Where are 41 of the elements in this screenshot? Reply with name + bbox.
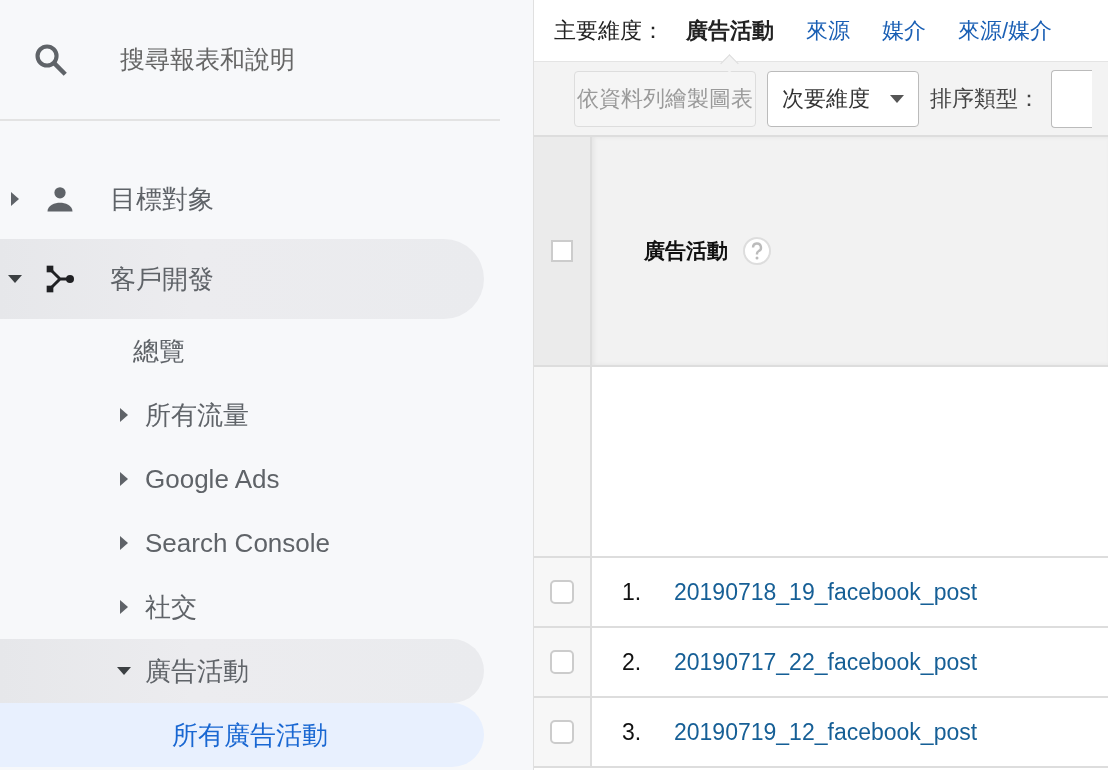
row-number: 3.	[622, 718, 643, 746]
nav-item[interactable]: Google Ads	[0, 447, 484, 511]
caret-down-icon	[117, 667, 131, 675]
caret-right-icon	[120, 408, 128, 422]
dimension-option[interactable]: 來源/媒介	[958, 15, 1053, 46]
row-number: 1.	[622, 578, 643, 606]
sort-type-dropdown[interactable]	[1051, 69, 1092, 128]
nav-item[interactable]: 目標對象	[0, 159, 484, 239]
select-all-checkbox[interactable]	[551, 240, 573, 262]
nav-item[interactable]: 所有流量	[0, 383, 484, 447]
dimension-option[interactable]: 廣告活動	[686, 15, 774, 46]
caret-right-icon	[120, 600, 128, 614]
person-icon	[45, 184, 75, 214]
nav-item[interactable]: 社交	[0, 575, 484, 639]
nav-item[interactable]: 客戶開發	[0, 239, 484, 319]
dimension-label: 主要維度：	[554, 16, 664, 45]
branch-icon	[44, 263, 76, 295]
campaign-link[interactable]: 20190718_19_facebook_post	[674, 578, 978, 606]
help-icon[interactable]	[742, 236, 772, 266]
row-checkbox[interactable]	[550, 580, 574, 604]
dimension-option[interactable]: 媒介	[882, 15, 926, 46]
caret-right-icon	[11, 192, 19, 206]
search-field[interactable]: 搜尋報表和說明	[118, 44, 422, 75]
column-header[interactable]: 廣告活動	[592, 137, 1108, 365]
nav-item[interactable]: 總覽	[0, 319, 484, 383]
caret-down-icon	[8, 275, 22, 283]
nav-item[interactable]: 所有廣告活動	[0, 703, 484, 767]
column-title: 廣告活動	[644, 238, 728, 264]
dimension-option[interactable]: 來源	[806, 15, 850, 46]
nav-item[interactable]: Search Console	[0, 511, 484, 575]
row-checkbox[interactable]	[550, 650, 574, 674]
nav-item[interactable]: 廣告活動	[0, 639, 484, 703]
secondary-dimension-dropdown[interactable]: 次要維度	[767, 70, 919, 127]
campaign-link[interactable]: 20190719_12_facebook_post	[674, 718, 978, 746]
caret-down-icon	[890, 94, 904, 103]
caret-right-icon	[120, 536, 128, 550]
sort-type-label: 排序類型：	[930, 84, 1040, 113]
row-checkbox[interactable]	[550, 720, 574, 744]
row-number: 2.	[622, 648, 643, 676]
caret-right-icon	[120, 472, 128, 486]
campaign-link[interactable]: 20190717_22_facebook_post	[674, 648, 978, 676]
